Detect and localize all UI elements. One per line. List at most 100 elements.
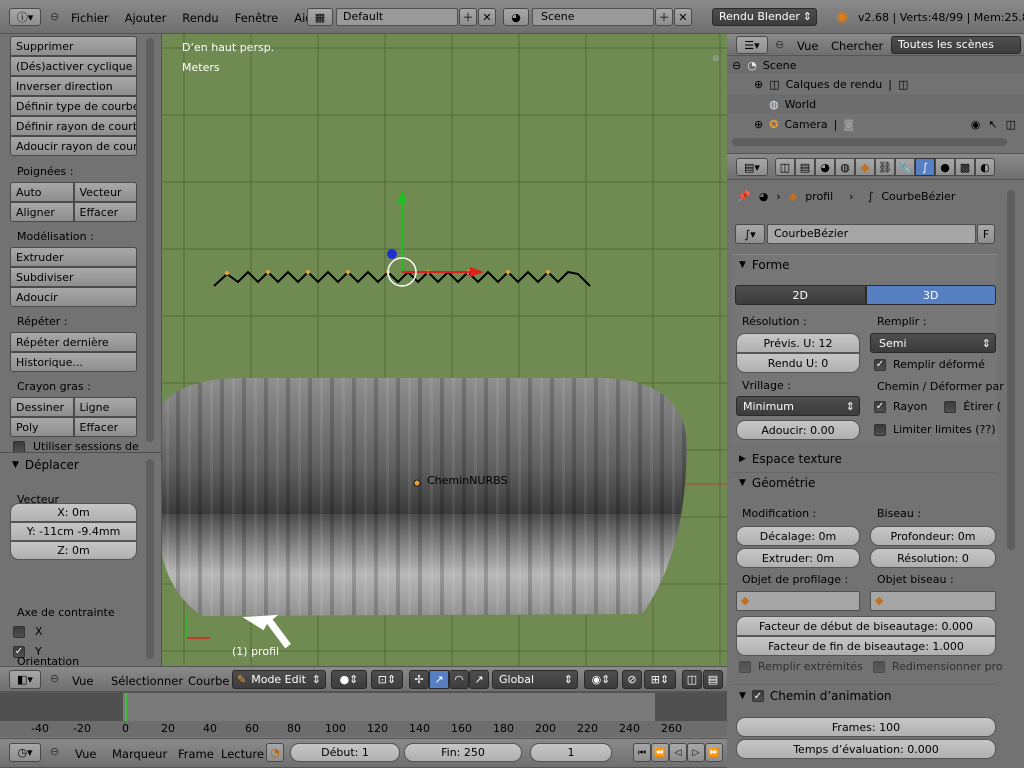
twist-mode-dropdown[interactable]: Minimum ⇕ bbox=[736, 396, 860, 416]
collapse-menu-icon[interactable]: ⊖ bbox=[50, 10, 59, 23]
delete-button[interactable]: Supprimer bbox=[10, 36, 137, 56]
manipulator-toggle-icon[interactable]: ✢ bbox=[409, 670, 429, 689]
start-frame-field[interactable]: Début: 1 bbox=[290, 743, 400, 762]
operator-scrollbar[interactable] bbox=[146, 459, 154, 659]
scene-field[interactable]: Scene bbox=[532, 8, 654, 26]
jump-keyframe-forward-icon[interactable]: ⏩ bbox=[705, 743, 723, 762]
mode-dropdown[interactable]: ✎ Mode Edit ⇕ bbox=[232, 670, 326, 689]
world-context-icon[interactable]: ◍ bbox=[835, 158, 855, 176]
y-field[interactable]: Y: -11cm -9.4mm bbox=[10, 522, 137, 541]
map-taper-checkbox[interactable] bbox=[873, 660, 885, 673]
eval-time-field[interactable]: Temps d’évaluation: 0.000 bbox=[736, 739, 996, 759]
editor-type-outliner-button[interactable]: ☰▾ bbox=[736, 36, 768, 54]
handle-vector-button[interactable]: Vecteur bbox=[73, 182, 137, 202]
texture-space-header[interactable]: ▶ Espace texture bbox=[739, 452, 842, 466]
expand-plus-icon-2[interactable]: ⊕ bbox=[754, 118, 763, 131]
physics-context-icon[interactable]: ◐ bbox=[975, 158, 995, 176]
smooth-button[interactable]: Adoucir bbox=[10, 287, 137, 307]
layers-dropdown[interactable]: ◉⇕ bbox=[584, 670, 618, 689]
material-context-icon[interactable]: ● bbox=[935, 158, 955, 176]
object-context-icon[interactable]: ◆ bbox=[855, 158, 875, 176]
rotate-manipulator-icon[interactable]: ◠ bbox=[449, 670, 469, 689]
modifiers-context-icon[interactable]: 🔧 bbox=[895, 158, 915, 176]
selectable-cursor-icon[interactable]: ↖ bbox=[988, 118, 997, 131]
collapse-menu-icon-4[interactable]: ⊖ bbox=[775, 38, 784, 51]
remove-scene-button[interactable]: ✕ bbox=[674, 8, 692, 26]
menu-view[interactable]: Vue bbox=[72, 674, 93, 688]
menu-fenetre[interactable]: Fenêtre bbox=[235, 11, 278, 25]
radius-checkbox[interactable]: ✓ bbox=[874, 400, 886, 413]
constraints-context-icon[interactable]: ⛓ bbox=[875, 158, 895, 176]
dim-3d-button[interactable]: 3D bbox=[865, 285, 996, 305]
toggle-cyclic-button[interactable]: (Dés)activer cyclique bbox=[10, 56, 137, 76]
scene-context-icon[interactable]: ◕ bbox=[815, 158, 835, 176]
handle-auto-button[interactable]: Auto bbox=[10, 182, 74, 202]
smooth-radius-button[interactable]: Adoucir rayon de courb bbox=[10, 136, 137, 156]
editor-type-3d-button[interactable]: ◧▾ bbox=[9, 670, 41, 689]
render-visibility-icon[interactable]: ◫ bbox=[1006, 118, 1016, 131]
scale-manipulator-icon[interactable]: ↗ bbox=[469, 670, 489, 689]
render-layers-context-icon[interactable]: ▤ bbox=[795, 158, 815, 176]
datablock-name-field[interactable]: CourbeBézier bbox=[767, 224, 976, 244]
remove-layout-button[interactable]: ✕ bbox=[478, 8, 496, 26]
editor-type-info-button[interactable]: ⓘ▾ bbox=[9, 8, 41, 26]
gp-line-button[interactable]: Ligne bbox=[73, 397, 137, 417]
collapse-menu-icon-3[interactable]: ⊖ bbox=[50, 745, 59, 758]
gp-erase-button[interactable]: Effacer bbox=[73, 417, 137, 437]
repeat-last-button[interactable]: Répéter dernière bbox=[10, 332, 137, 352]
render-anim-icon[interactable]: ▤ bbox=[703, 670, 723, 689]
fill-deform-checkbox[interactable]: ✓ bbox=[874, 358, 886, 371]
depth-field[interactable]: Profondeur: 0m bbox=[870, 526, 996, 546]
editor-type-timeline-button[interactable]: ◷▾ bbox=[9, 743, 41, 762]
current-frame-field[interactable]: 1 bbox=[530, 743, 612, 762]
gp-poly-button[interactable]: Poly bbox=[10, 417, 74, 437]
set-curve-radius-button[interactable]: Définir rayon de courbe bbox=[10, 116, 137, 136]
outliner-scrollbar[interactable] bbox=[732, 138, 1007, 146]
outliner-menu-search[interactable]: Chercher bbox=[831, 39, 883, 53]
handle-free-button[interactable]: Effacer bbox=[73, 202, 137, 222]
preview-u-field[interactable]: Prévis. U: 12 bbox=[736, 333, 860, 353]
bevel-start-field[interactable]: Facteur de début de biseautage: 0.000 bbox=[736, 616, 996, 636]
geometry-header[interactable]: ▼ Géométrie bbox=[739, 476, 815, 490]
timeline-menu-view[interactable]: Vue bbox=[75, 747, 96, 761]
switch-direction-button[interactable]: Inverser direction bbox=[10, 76, 137, 96]
path-animation-checkbox[interactable]: ✓ bbox=[751, 690, 764, 702]
fill-caps-checkbox[interactable] bbox=[739, 660, 751, 673]
set-spline-type-button[interactable]: Définir type de courbe bbox=[10, 96, 137, 116]
jump-start-icon[interactable]: ⏮ bbox=[633, 743, 651, 762]
timeline-area[interactable]: -40 -20 0 20 40 60 80 100 120 140 160 18… bbox=[0, 692, 727, 738]
menu-rendu[interactable]: Rendu bbox=[182, 11, 218, 25]
pin-icon[interactable]: 📌 bbox=[737, 190, 751, 203]
extrude-field[interactable]: Extruder: 0m bbox=[736, 548, 860, 568]
transform-orientation-dropdown[interactable]: Global ⇕ bbox=[492, 670, 578, 689]
outliner-menu-view[interactable]: Vue bbox=[797, 39, 818, 53]
add-scene-button[interactable]: ＋ bbox=[655, 8, 673, 26]
render-camera-icon[interactable]: ◫ bbox=[682, 670, 702, 689]
outliner-row-scene[interactable]: ⊖ ◔ Scene bbox=[727, 56, 1024, 74]
tool-shelf-scrollbar[interactable] bbox=[146, 38, 154, 442]
viewport-corner-icon[interactable]: ⊕ bbox=[712, 54, 720, 64]
forme-panel-header[interactable]: ▼ Forme bbox=[739, 258, 790, 272]
editor-type-properties-button[interactable]: ▤▾ bbox=[736, 158, 768, 176]
current-frame-marker[interactable] bbox=[125, 693, 127, 721]
collapse-minus-icon[interactable]: ⊖ bbox=[732, 59, 741, 72]
preview-range-icon[interactable]: ◔ bbox=[266, 743, 284, 762]
screen-layout-field[interactable]: Default bbox=[336, 8, 458, 26]
stretch-checkbox[interactable] bbox=[944, 400, 957, 413]
screen-layout-icon[interactable]: ▦ bbox=[307, 8, 333, 26]
menu-ajouter[interactable]: Ajouter bbox=[125, 11, 167, 25]
snap-icon[interactable]: ⊞⇕ bbox=[644, 670, 676, 689]
dim-2d-button[interactable]: 2D bbox=[735, 285, 866, 305]
visibility-eye-icon[interactable]: ◉ bbox=[971, 118, 981, 131]
menu-curve[interactable]: Courbe bbox=[188, 674, 229, 688]
outliner-display-dropdown[interactable]: Toutes les scènes bbox=[891, 36, 1021, 54]
properties-scrollbar[interactable] bbox=[1007, 190, 1015, 550]
z-field[interactable]: Z: 0m bbox=[10, 541, 137, 560]
subdivide-button[interactable]: Subdiviser bbox=[10, 267, 137, 287]
x-field[interactable]: X: 0m bbox=[10, 503, 137, 522]
datablock-browse-icon[interactable]: ∫▾ bbox=[735, 224, 765, 244]
curve-data-context-icon[interactable]: ∫ bbox=[915, 158, 935, 176]
jump-keyframe-back-icon[interactable]: ⏪ bbox=[651, 743, 669, 762]
smooth-field[interactable]: Adoucir: 0.00 bbox=[736, 420, 860, 440]
pivot-point-dropdown[interactable]: ⊡⇕ bbox=[371, 670, 403, 689]
